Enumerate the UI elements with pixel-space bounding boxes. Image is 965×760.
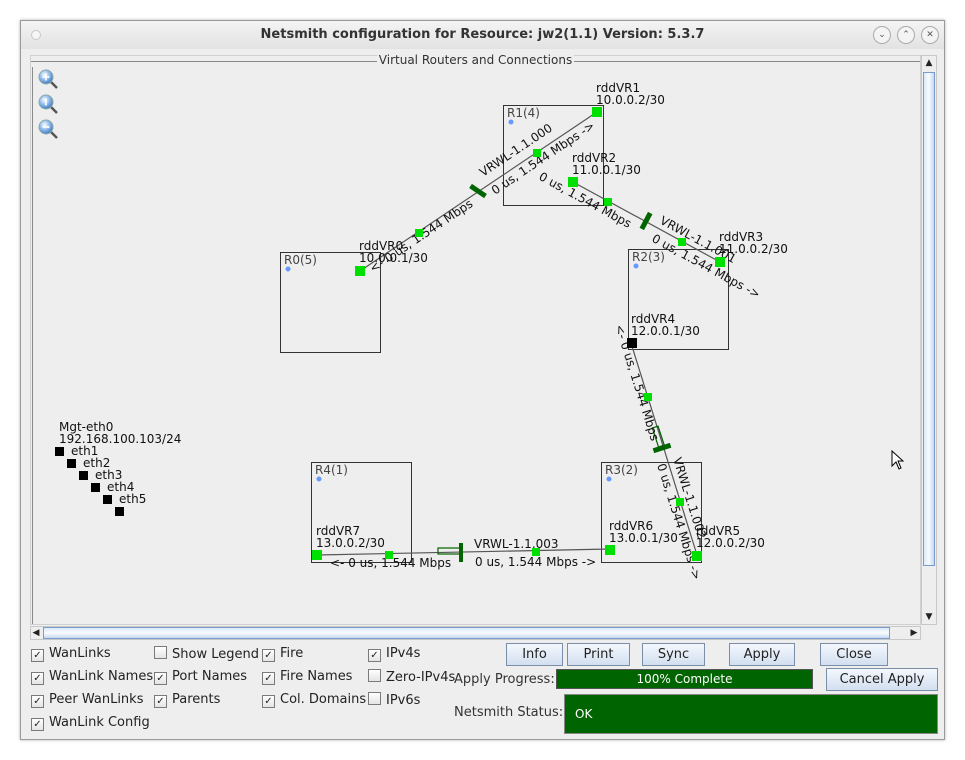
port-rddvr1[interactable]: rddVR1 10.0.0.2/30: [592, 81, 665, 117]
checkbox-label: WanLinks: [49, 646, 111, 661]
checkbox-label: Show Legend: [172, 647, 259, 662]
port-ip: 11.0.0.2/30: [719, 242, 788, 256]
apply-button[interactable]: Apply: [729, 643, 795, 666]
minimize-button[interactable]: ⌄: [873, 26, 891, 44]
checkbox-label: Zero-IPv4s: [386, 670, 456, 685]
vertical-scroll-thumb[interactable]: [923, 72, 935, 566]
port-ip: 10.0.0.1/30: [359, 251, 428, 265]
zoom-in-icon[interactable]: [38, 69, 58, 89]
eth5-interface[interactable]: eth5: [103, 492, 146, 506]
ipv6s-checkbox[interactable]: IPv6s: [368, 692, 420, 708]
router-dot-icon: [606, 476, 612, 482]
wanlink-endpoint-icon[interactable]: [678, 238, 686, 246]
apply-progress-bar: 100% Complete: [556, 669, 813, 689]
horizontal-scroll-thumb[interactable]: [43, 627, 890, 639]
network-canvas[interactable]: R1(4) R0(5) R2(3) R3(2) R4(1) VRWL-1.1.0…: [32, 67, 921, 624]
peer-wanlinks-checkbox[interactable]: ✓ Peer WanLinks: [31, 692, 143, 708]
router-dot-icon: [285, 266, 291, 272]
parents-checkbox[interactable]: ✓ Parents: [154, 692, 220, 708]
wanlink-endpoint-icon[interactable]: [385, 551, 393, 559]
checkbox-label: Port Names: [172, 669, 248, 684]
print-button[interactable]: Print: [567, 643, 630, 666]
show-legend-checkbox[interactable]: Show Legend: [154, 646, 259, 662]
router-dot-icon: [508, 119, 514, 125]
checkbox-label: Fire: [280, 646, 304, 661]
window-title: Netsmith configuration for Resource: jw2…: [260, 27, 705, 42]
wanlink-endpoint-icon[interactable]: [533, 149, 541, 157]
mgmt-interface[interactable]: Mgt-eth0 192.168.100.103/24: [59, 420, 181, 446]
checkbox-label: Peer WanLinks: [49, 692, 144, 707]
scroll-right-icon[interactable]: ▶: [907, 626, 921, 640]
wanlink-rev-002: <- 0 us, 1.544 Mbps: [612, 323, 662, 443]
fire-checkbox[interactable]: ✓ Fire: [262, 646, 303, 662]
cancel-apply-button[interactable]: Cancel Apply: [826, 668, 938, 691]
netsmith-window: Netsmith configuration for Resource: jw2…: [20, 20, 945, 740]
port-rddvr2[interactable]: rddVR2 11.0.0.1/30: [568, 151, 641, 187]
wanlink-name-003: VRWL-1.1.003: [474, 537, 559, 551]
wanlink-names-checkbox[interactable]: ✓ WanLink Names: [31, 669, 153, 685]
zero-ipv4s-checkbox[interactable]: Zero-IPv4s: [368, 669, 455, 685]
checkbox-label: Fire Names: [280, 669, 353, 684]
eth6-interface-icon[interactable]: [115, 507, 124, 516]
port-ip: 11.0.0.1/30: [572, 163, 641, 177]
info-button[interactable]: Info: [506, 643, 563, 666]
sync-button[interactable]: Sync: [642, 643, 705, 666]
maximize-button[interactable]: ⌃: [897, 26, 915, 44]
vertical-scrollbar[interactable]: ▲ ▼: [921, 55, 937, 625]
router-label: R3(2): [605, 463, 638, 477]
title-bar[interactable]: Netsmith configuration for Resource: jw2…: [21, 21, 944, 49]
network-diagram[interactable]: R1(4) R0(5) R2(3) R3(2) R4(1) VRWL-1.1.0…: [33, 67, 921, 624]
col-domains-checkbox[interactable]: ✓ Col. Domains: [262, 692, 366, 708]
port-ip: 12.0.0.1/30: [631, 324, 700, 338]
router-dot-icon: [633, 263, 639, 269]
port-ip: 12.0.0.2/30: [696, 536, 765, 550]
router-label: R0(5): [284, 253, 317, 267]
wanlink-endpoint-icon[interactable]: [604, 198, 612, 206]
checkbox-label: Col. Domains: [280, 692, 367, 707]
close-window-button[interactable]: ✕: [921, 26, 939, 44]
checkbox-label: WanLink Names: [49, 669, 154, 684]
port-ip: 13.0.0.2/30: [316, 536, 385, 550]
checkbox-label: Parents: [172, 692, 221, 707]
interface-label: eth5: [119, 492, 146, 506]
fire-names-checkbox[interactable]: ✓ Fire Names: [262, 669, 352, 685]
wanlink-endpoint-icon[interactable]: [644, 393, 652, 401]
wanlinks-checkbox[interactable]: ✓ WanLinks: [31, 646, 111, 662]
router-dot-icon: [316, 476, 322, 482]
port-rddvr6[interactable]: rddVR6 13.0.0.1/30: [605, 519, 678, 555]
virtual-routers-panel: Virtual Routers and Connections R1(4) R0…: [30, 53, 921, 625]
router-label: R2(3): [632, 250, 665, 264]
port-rddvr4[interactable]: rddVR4 12.0.0.1/30: [627, 312, 700, 348]
checkbox-label: IPv6s: [386, 693, 421, 708]
zoom-out-icon[interactable]: [38, 119, 58, 139]
panel-title: Virtual Routers and Connections: [376, 53, 575, 67]
wanlink-endpoint-icon[interactable]: [532, 548, 540, 556]
horizontal-scrollbar[interactable]: ◀ ▶: [30, 626, 921, 640]
port-rddvr5[interactable]: rddVR5 12.0.0.2/30: [692, 524, 765, 561]
checkbox-label: IPv4s: [386, 646, 421, 661]
port-ip: 10.0.0.2/30: [596, 93, 665, 107]
scroll-up-icon[interactable]: ▲: [922, 56, 936, 70]
port-ip: 13.0.0.1/30: [609, 531, 678, 545]
router-label: R4(1): [315, 463, 348, 477]
wanlink-buffer-003: [437, 547, 462, 555]
close-button[interactable]: Close: [820, 643, 888, 666]
wanlink-config-checkbox[interactable]: ✓ WanLink Config: [31, 715, 150, 731]
wanlink-fwd-003: 0 us, 1.544 Mbps ->: [475, 555, 596, 569]
wanlink-endpoint-icon[interactable]: [415, 229, 423, 237]
netsmith-status-label: Netsmith Status:: [454, 705, 564, 720]
zoom-reset-icon[interactable]: [38, 94, 58, 114]
wanlink-endpoint-icon[interactable]: [676, 498, 684, 506]
ipv4s-checkbox[interactable]: ✓ IPv4s: [368, 646, 420, 662]
port-names-checkbox[interactable]: ✓ Port Names: [154, 669, 247, 685]
mouse-cursor-icon: [891, 449, 905, 470]
wanlink-bar-001[interactable]: [639, 211, 653, 231]
apply-progress-label: Apply Progress:: [454, 672, 555, 687]
checkbox-label: WanLink Config: [49, 715, 150, 730]
router-label: R1(4): [507, 106, 540, 120]
netsmith-status-field: OK: [564, 694, 938, 734]
scroll-down-icon[interactable]: ▼: [922, 610, 936, 624]
scroll-left-icon[interactable]: ◀: [29, 626, 43, 640]
wanlink-rev-001: 0 us, 1.544 Mbps: [537, 169, 634, 230]
